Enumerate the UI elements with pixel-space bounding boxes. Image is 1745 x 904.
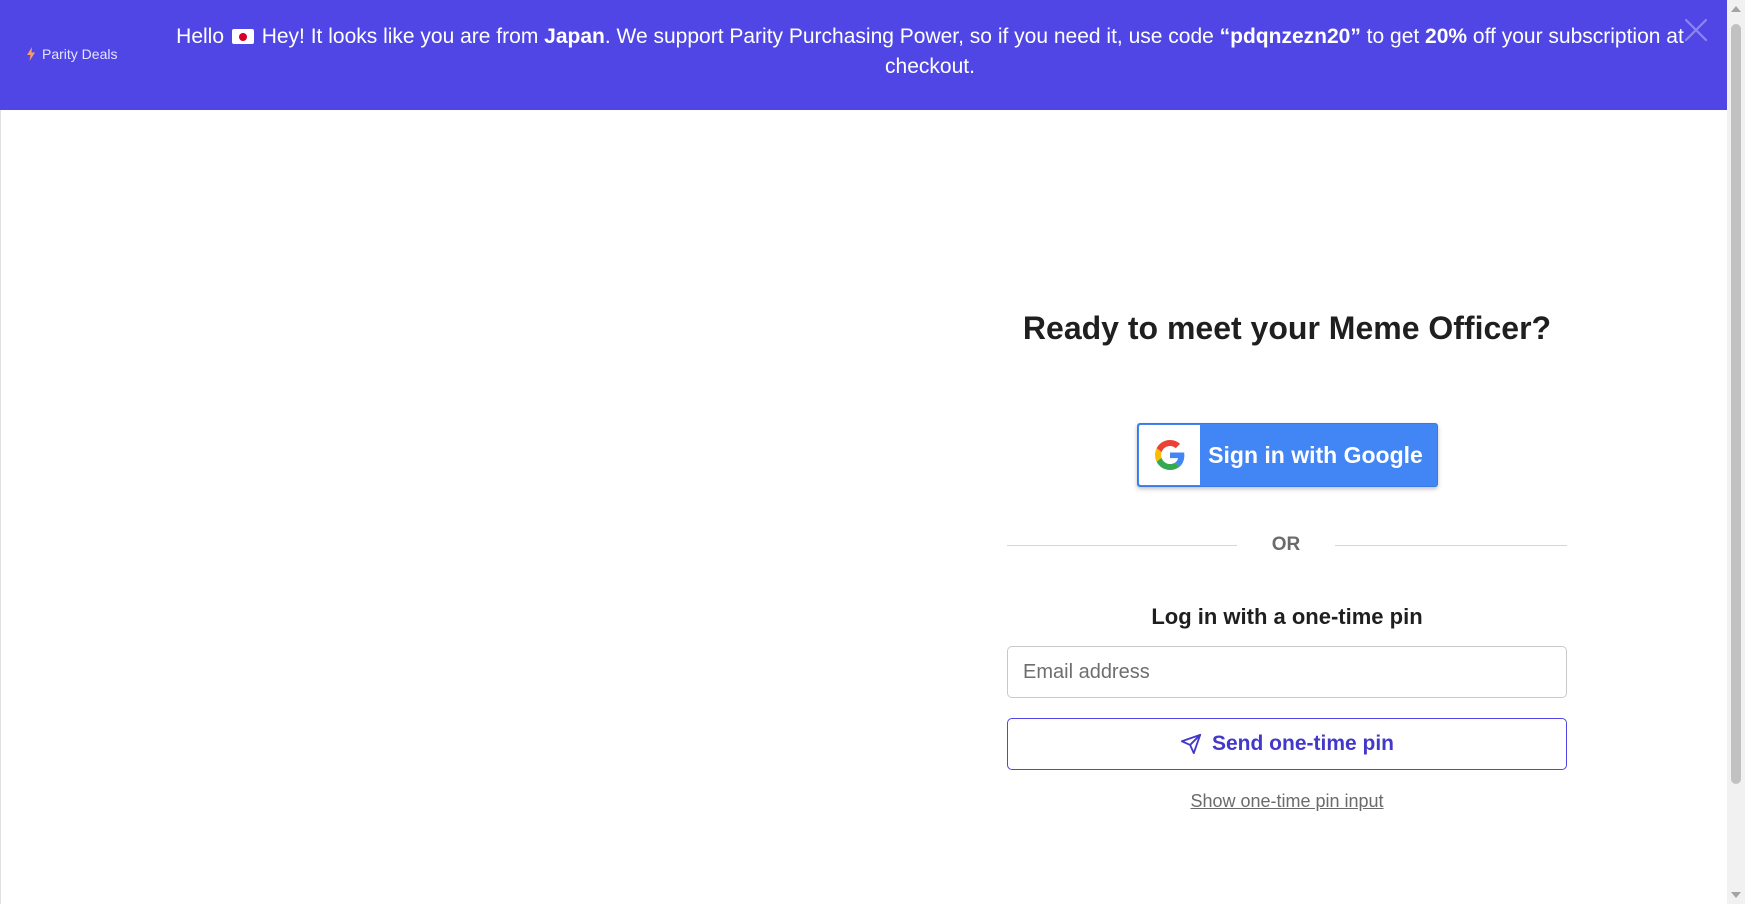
- vertical-scrollbar[interactable]: [1727, 0, 1745, 904]
- banner-country: Japan: [544, 25, 605, 48]
- scroll-up-arrow-icon[interactable]: [1731, 6, 1741, 12]
- otp-heading: Log in with a one-time pin: [1151, 604, 1423, 629]
- page-title: Ready to meet your Meme Officer?: [1022, 310, 1552, 346]
- japan-flag-icon: [231, 29, 254, 44]
- show-pin-input-link[interactable]: Show one-time pin input: [1007, 791, 1567, 812]
- parity-brand-name: Parity Deals: [42, 46, 118, 62]
- divider-label: OR: [1271, 534, 1301, 555]
- or-divider: OR: [1007, 535, 1567, 555]
- close-icon: [1684, 18, 1708, 42]
- banner-discount-percent: 20%: [1425, 25, 1468, 48]
- banner-text-3: to get: [1360, 25, 1426, 48]
- banner-close-button[interactable]: [1682, 16, 1710, 44]
- send-button-label: Send one-time pin: [1211, 732, 1394, 755]
- lightning-icon: [27, 47, 35, 61]
- banner-text-2: . We support Parity Purchasing Power, so…: [604, 25, 1220, 48]
- scroll-down-arrow-icon[interactable]: [1731, 892, 1741, 898]
- google-button-label: Sign in with Google: [1208, 441, 1423, 468]
- banner-greeting: Hello: [176, 25, 225, 48]
- google-logo-box: [1139, 425, 1200, 485]
- parity-banner: Parity Deals Hello Hey! It looks like yo…: [0, 0, 1727, 110]
- send-one-time-pin-button[interactable]: Send one-time pin: [1007, 718, 1567, 770]
- google-sign-in-button[interactable]: Sign in with Google: [1137, 423, 1438, 487]
- banner-discount-code: “pdqnzezn20”: [1219, 25, 1361, 48]
- banner-message: Hello Hey! It looks like you are from Ja…: [150, 22, 1710, 82]
- paper-plane-icon: [1180, 733, 1202, 755]
- google-g-icon: [1154, 440, 1184, 470]
- page-border: [0, 110, 1, 904]
- email-input[interactable]: [1007, 646, 1567, 698]
- parity-deals-logo[interactable]: Parity Deals: [26, 45, 117, 63]
- divider-line-right: [1335, 545, 1567, 546]
- scrollbar-thumb[interactable]: [1731, 24, 1741, 784]
- divider-line-left: [1007, 545, 1237, 546]
- banner-text-1: Hey! It looks like you are from: [255, 25, 545, 48]
